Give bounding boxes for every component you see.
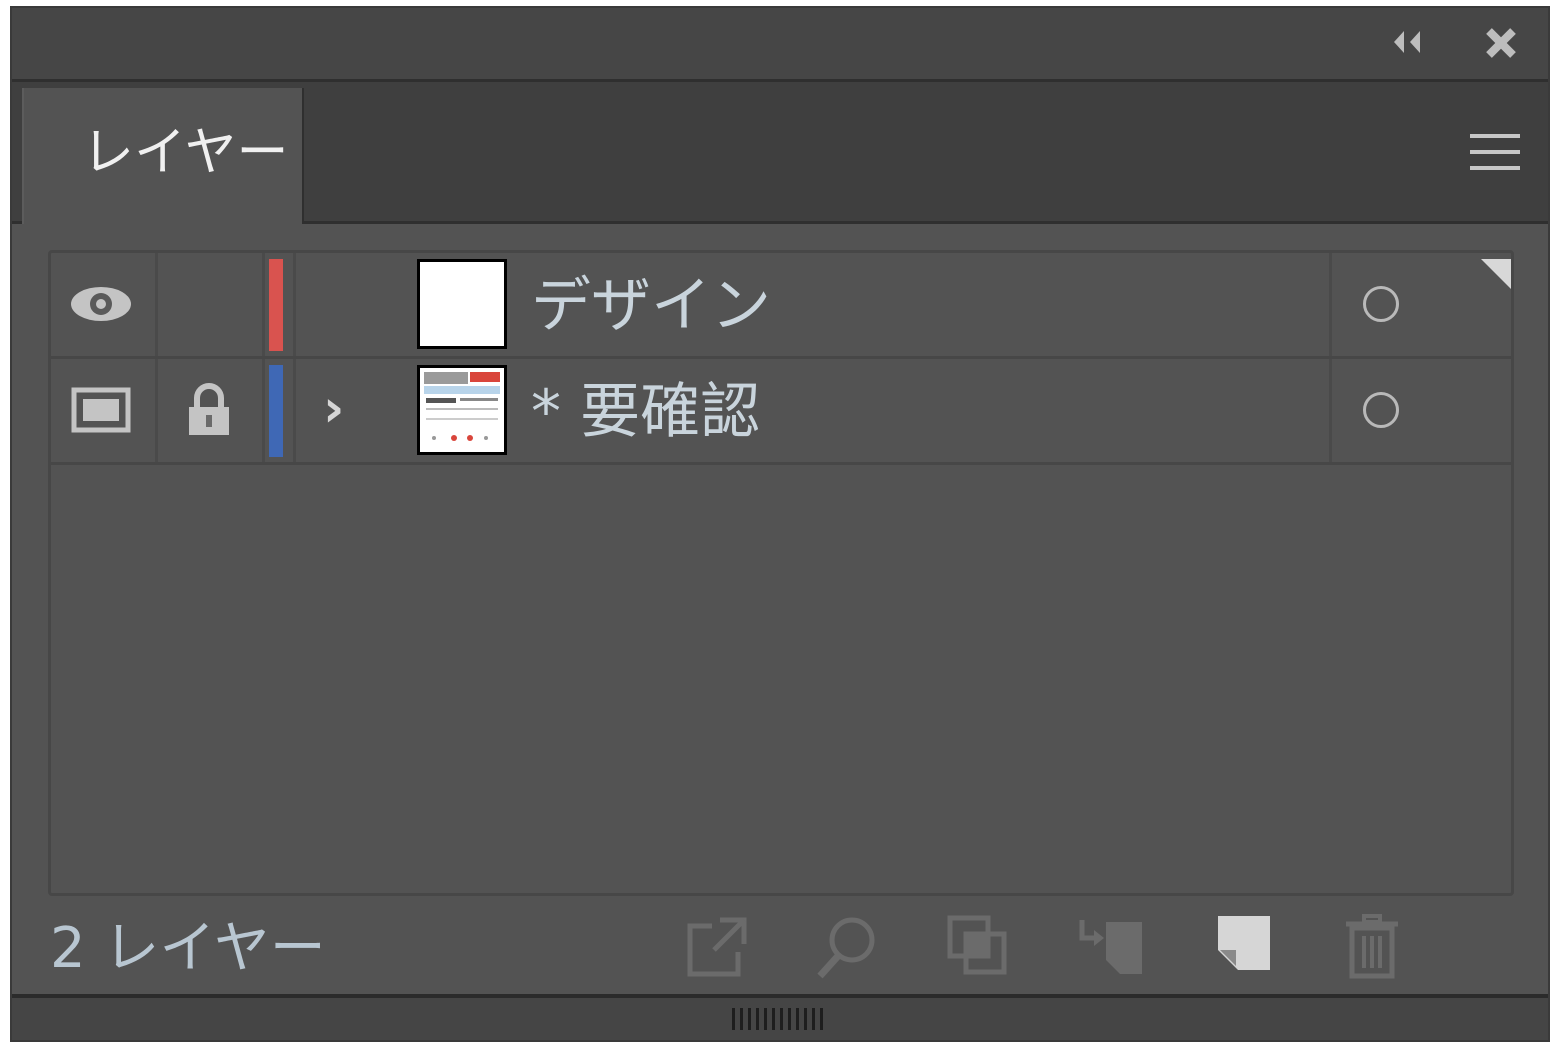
export-icon <box>687 917 747 977</box>
create-sublayer-button[interactable] <box>1076 914 1142 980</box>
lock-toggle[interactable] <box>158 359 262 462</box>
visibility-toggle[interactable] <box>51 253 155 356</box>
template-icon <box>71 387 131 433</box>
new-layer-icon <box>1218 916 1270 970</box>
resize-bar <box>12 994 1548 1040</box>
clipping-mask-icon <box>947 915 1007 975</box>
delete-button[interactable] <box>1342 914 1408 980</box>
lock-icon <box>189 383 229 435</box>
tab-layers-label: レイヤー <box>82 123 289 183</box>
layer-thumbnail <box>417 259 507 349</box>
layer-count: 2 レイヤー <box>50 916 326 981</box>
resize-grip[interactable] <box>732 1008 828 1030</box>
layer-row[interactable]: › * 要確認 <box>51 359 1511 465</box>
new-sublayer-icon <box>1079 920 1142 974</box>
target-circle-icon[interactable] <box>1363 392 1399 428</box>
chevron-right-icon[interactable]: › <box>323 379 344 439</box>
create-layer-button[interactable] <box>1216 914 1282 980</box>
layers-panel: レイヤー デザイン › * 要確認 2 レイヤー <box>10 6 1550 1042</box>
layer-row[interactable]: デザイン <box>51 253 1511 359</box>
hamburger-menu-icon[interactable] <box>1470 134 1520 170</box>
panel-titlebar <box>12 8 1548 82</box>
trash-icon <box>1346 914 1398 979</box>
panel-tabbar: レイヤー <box>12 82 1548 224</box>
eye-icon <box>71 287 131 321</box>
layer-thumbnail <box>417 365 507 455</box>
locate-object-button[interactable] <box>814 914 880 980</box>
lock-toggle[interactable] <box>158 253 262 356</box>
layer-color-swatch <box>269 259 283 351</box>
tab-layers[interactable]: レイヤー <box>22 88 304 224</box>
double-chevron-left-icon[interactable] <box>1390 26 1430 66</box>
make-clipping-mask-button[interactable] <box>946 914 1012 980</box>
layer-name[interactable]: * 要確認 <box>531 375 760 449</box>
magnifier-icon <box>817 917 875 979</box>
export-button[interactable] <box>684 914 750 980</box>
close-icon[interactable] <box>1484 26 1518 69</box>
visibility-toggle[interactable] <box>51 359 155 462</box>
target-circle-icon[interactable] <box>1363 286 1399 322</box>
layer-name[interactable]: デザイン <box>531 269 771 343</box>
layer-list: デザイン › * 要確認 <box>48 250 1514 896</box>
layer-color-swatch <box>269 365 283 457</box>
